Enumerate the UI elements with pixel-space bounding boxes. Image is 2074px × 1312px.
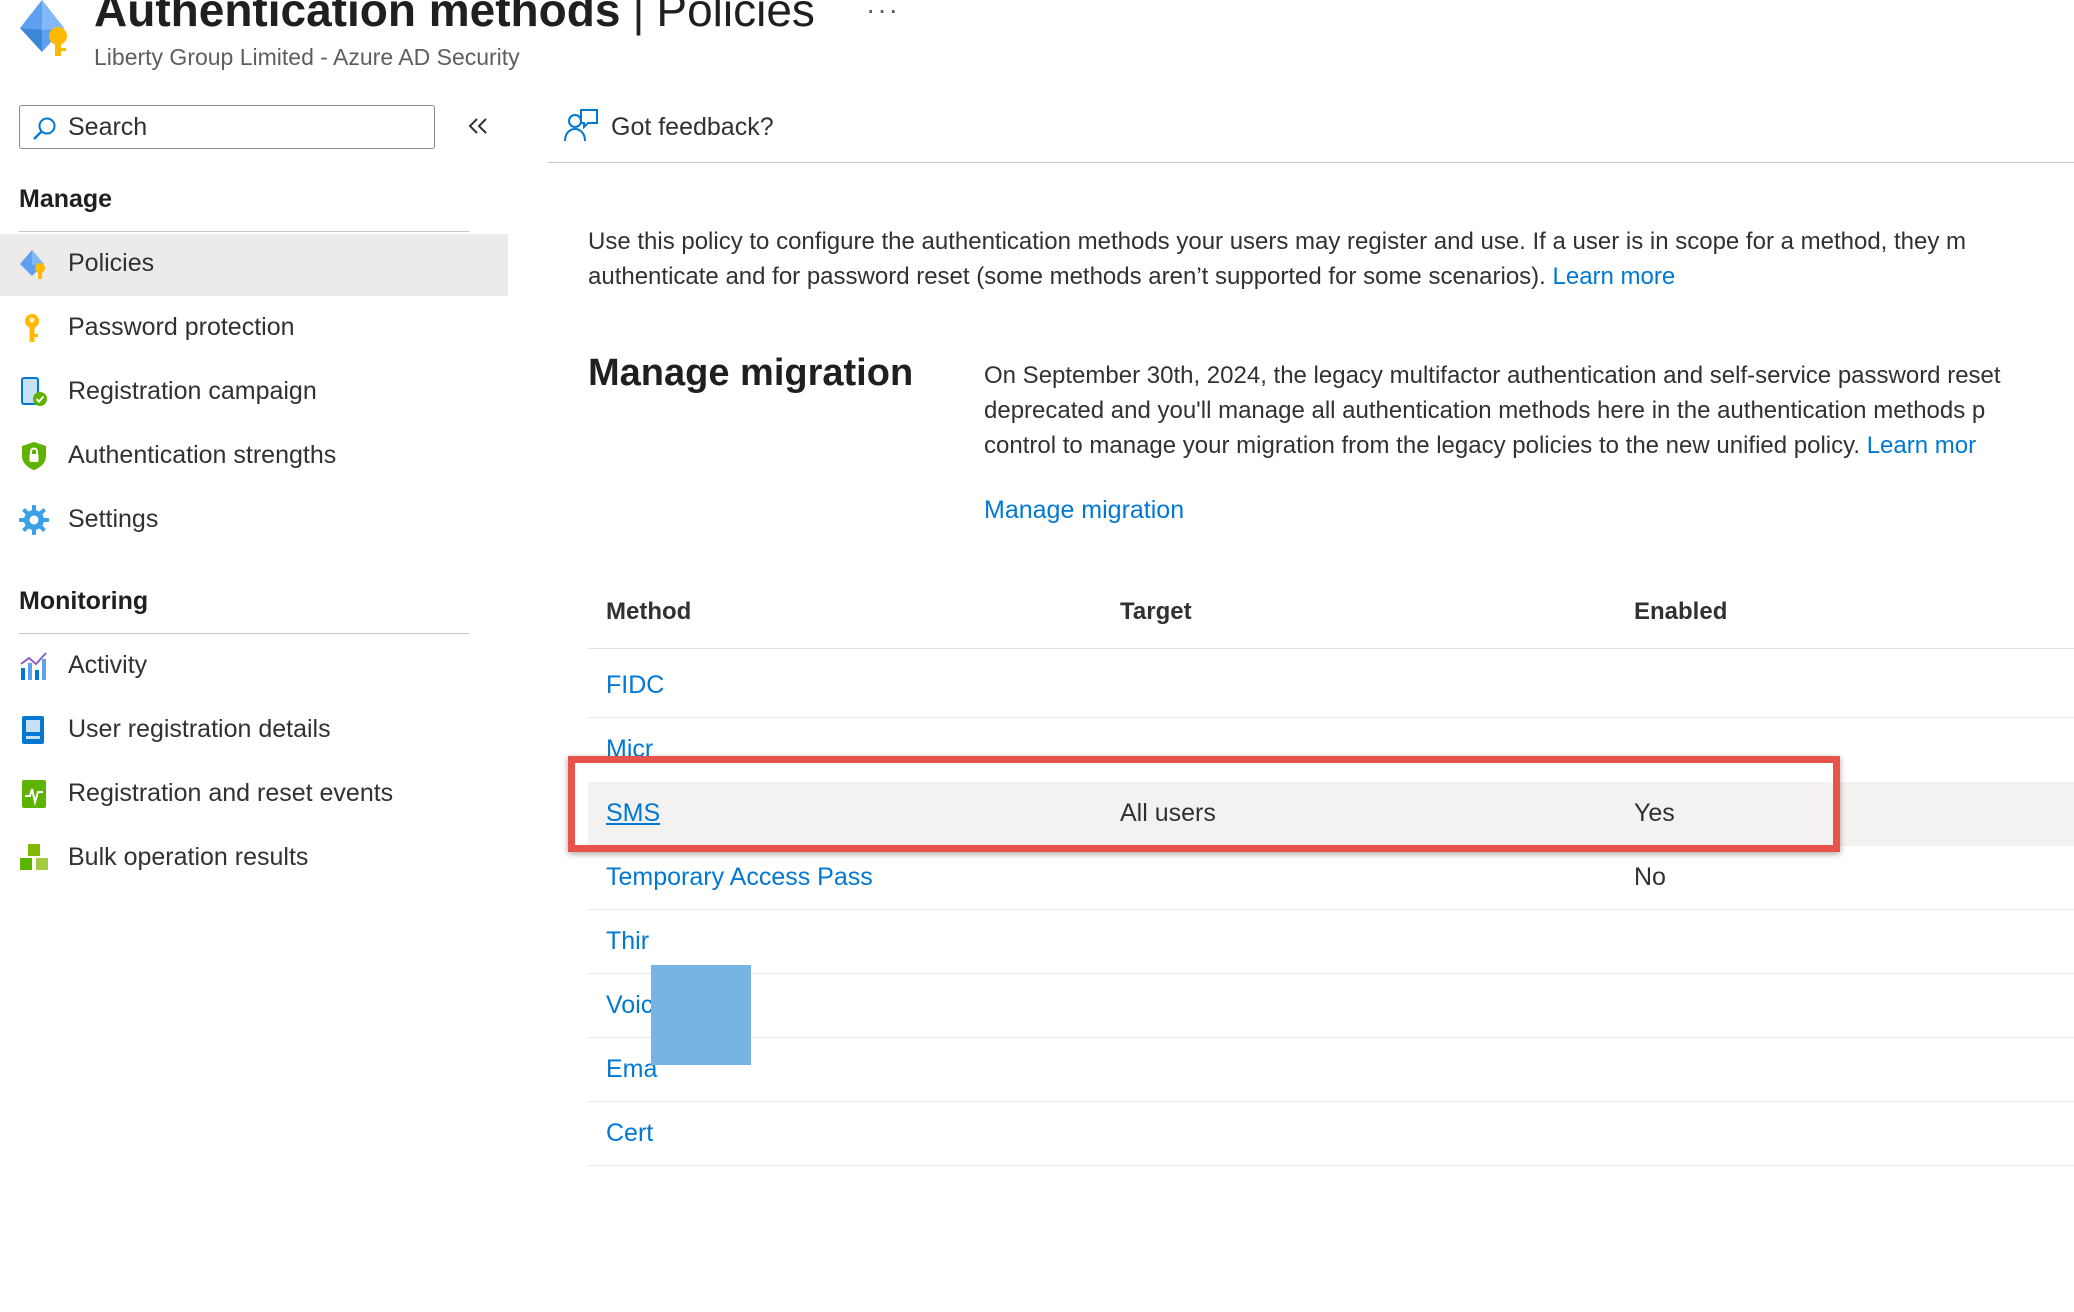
sidebar-item-registration-campaign[interactable]: Registration campaign [0, 362, 508, 424]
manage-migration-heading: Manage migration [588, 352, 914, 394]
manage-migration-link[interactable]: Manage migration [984, 496, 1184, 525]
sidebar-item-bulk-operation-results[interactable]: Bulk operation results [0, 828, 508, 890]
redaction-block [651, 965, 751, 1065]
page-subtitle: Liberty Group Limited - Azure AD Securit… [94, 44, 520, 70]
page-title-separator: | [632, 0, 645, 36]
migration-learn-more-link[interactable]: Learn mor [1867, 432, 1976, 459]
sidebar-item-label: User registration details [68, 715, 331, 743]
cubes-icon [20, 844, 48, 870]
toolbar-divider [548, 162, 2074, 163]
enabled-cell: No [1634, 863, 1666, 890]
section-divider [19, 231, 469, 232]
migration-description-line: control to manage your migration from th… [984, 432, 1861, 459]
sidebar-search-box[interactable] [19, 105, 435, 149]
sidebar-item-authentication-strengths[interactable]: Authentication strengths [0, 426, 508, 488]
table-row-third-party[interactable]: Thir [588, 910, 2074, 974]
activity-log-icon [22, 780, 46, 808]
sidebar-item-policies[interactable]: Policies [0, 234, 508, 296]
double-chevron-left-icon [468, 118, 487, 134]
search-icon [33, 117, 56, 140]
table-row-voice[interactable]: Voic [588, 974, 2074, 1038]
gear-icon [19, 505, 49, 535]
page-title-section: Policies [656, 0, 815, 36]
sidebar-item-activity[interactable]: Activity [0, 636, 508, 698]
method-link[interactable]: Temporary Access Pass [606, 863, 873, 890]
policy-description-line: authenticate and for password reset (som… [588, 263, 1546, 290]
section-divider [19, 633, 469, 634]
authentication-methods-logo-icon [14, 0, 76, 58]
feedback-label: Got feedback? [611, 113, 774, 141]
table-row-email[interactable]: Ema [588, 1038, 2074, 1102]
highlight-annotation-box [568, 756, 1840, 852]
column-header-method[interactable]: Method [606, 598, 691, 626]
sidebar-item-label: Registration and reset events [68, 779, 394, 807]
migration-description-line: On September 30th, 2024, the legacy mult… [984, 362, 2001, 389]
table-row-temporary-access-pass[interactable]: Temporary Access Pass No [588, 846, 2074, 910]
sidebar-item-label: Password protection [68, 313, 295, 341]
sidebar-item-label: Registration campaign [68, 377, 317, 405]
sidebar-item-label: Bulk operation results [68, 843, 309, 871]
method-link[interactable]: Ema [606, 1055, 657, 1084]
key-icon [25, 314, 39, 342]
table-header-divider [588, 648, 2074, 649]
device-check-icon [21, 377, 47, 406]
sidebar-item-label: Policies [68, 249, 155, 277]
collapse-sidebar-button[interactable] [462, 110, 494, 142]
method-link[interactable]: Thir [606, 927, 649, 956]
sidebar-search-input[interactable] [68, 112, 418, 142]
sidebar-item-label: Settings [68, 505, 159, 533]
column-header-target[interactable]: Target [1120, 598, 1192, 626]
page-title-main: Authentication methods [94, 0, 621, 36]
feedback-icon [564, 109, 598, 142]
shield-lock-icon [22, 442, 46, 470]
method-link[interactable]: Voic [606, 991, 653, 1020]
sidebar-item-password-protection[interactable]: Password protection [0, 298, 508, 360]
column-header-enabled[interactable]: Enabled [1634, 598, 1727, 626]
authentication-methods-icon [20, 250, 45, 279]
sidebar-item-settings[interactable]: Settings [0, 490, 508, 552]
page-title: Authentication methods | Policies [94, 0, 815, 40]
sidebar-item-label: Activity [68, 651, 148, 679]
method-link[interactable]: Cert [606, 1119, 653, 1148]
table-row-fido[interactable]: FIDC [588, 654, 2074, 718]
policy-description: Use this policy to configure the authent… [588, 224, 2074, 294]
migration-description-line: deprecated and you'll manage all authent… [984, 397, 1986, 424]
sidebar-item-user-registration-details[interactable]: User registration details [0, 700, 508, 762]
sidebar-section-monitoring: Monitoring [19, 587, 149, 615]
sidebar-item-label: Authentication strengths [68, 441, 337, 469]
row-divider [588, 1165, 2074, 1166]
bar-chart-icon [20, 652, 47, 680]
migration-description: On September 30th, 2024, the legacy mult… [984, 358, 2074, 463]
more-actions-button[interactable]: ··· [866, 0, 900, 26]
sidebar-section-manage: Manage [19, 185, 113, 213]
method-link[interactable]: FIDC [606, 671, 664, 700]
policy-description-line: Use this policy to configure the authent… [588, 228, 1967, 255]
learn-more-link[interactable]: Learn more [1553, 263, 1676, 290]
table-row-certificate[interactable]: Cert [588, 1102, 2074, 1166]
user-details-icon [22, 716, 44, 744]
sidebar-item-registration-and-reset-events[interactable]: Registration and reset events [0, 764, 508, 826]
